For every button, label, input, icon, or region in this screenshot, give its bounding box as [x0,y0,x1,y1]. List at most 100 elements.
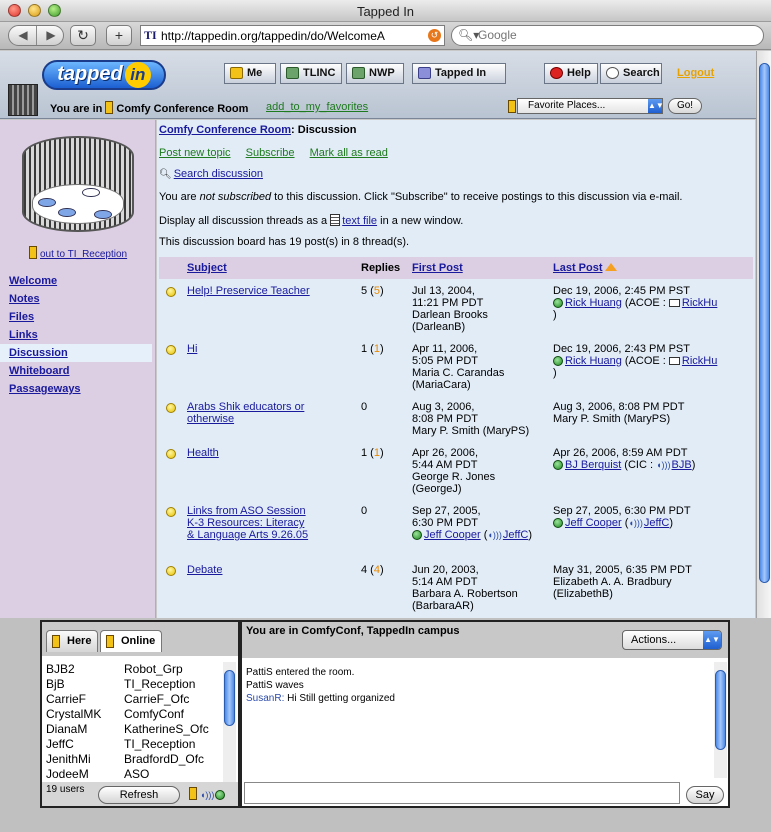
post-new-topic-link[interactable]: Post new topic [159,147,231,159]
sidebar-item-notes[interactable]: Notes [0,290,156,308]
go-button[interactable]: Go! [668,98,702,114]
sidebar-item-welcome[interactable]: Welcome [0,272,156,290]
subscribe-link[interactable]: Subscribe [246,147,295,159]
sort-first-post-link[interactable]: First Post [412,262,463,274]
page-scrollbar[interactable] [756,51,771,618]
logout-link[interactable]: Logout [677,67,714,79]
tab-online[interactable]: Online [100,630,162,652]
sidebar-item-discussion[interactable]: Discussion [0,344,152,362]
list-item[interactable]: CarrieF_Ofc [124,692,222,707]
list-item[interactable]: BJB2 [46,662,124,677]
back-arrow-icon[interactable]: ◀ [9,26,37,45]
list-item[interactable]: JodeeM [46,767,124,782]
who-scroll-thumb[interactable] [224,670,235,726]
list-item[interactable]: BjB [46,677,124,692]
list-item[interactable]: TI_Reception [124,737,222,752]
refresh-button[interactable]: Refresh [98,786,180,804]
list-item[interactable]: CarrieF [46,692,124,707]
actions-select[interactable]: Actions... ▲▼ [622,630,722,650]
thread-subject-link[interactable]: Help! Preservice Teacher [187,285,313,297]
list-item[interactable]: JenithMi [46,752,124,767]
online-users-list: BJB2 BjB CarrieF CrystalMK DianaM JeffC … [42,662,222,782]
search-button[interactable]: Search [600,63,662,84]
location-indicator: You are in Comfy Conference Room [50,101,249,115]
logo-text: tapped [57,63,123,85]
reload-button[interactable]: ↻ [70,25,96,46]
campus-building-icon[interactable] [8,84,38,116]
chat-input[interactable] [244,782,680,804]
thread-first-post: Apr 11, 2006, 5:05 PM PDT Maria C. Caranda… [412,343,505,391]
list-item[interactable]: KatherineS_Ofc [124,722,222,737]
sidebar-item-files[interactable]: Files [0,308,156,326]
thread-last-post: Aug 3, 2006, 8:08 PM PDT Mary P. Smith (M… [553,401,685,425]
voice-chat-icon[interactable]: ◖))) [200,790,214,800]
add-to-favorites-link[interactable]: add_to_my_favorites [266,101,368,113]
thread-first-post: Aug 3, 2006, 8:08 PM PDT Mary P. Smith (Ma… [412,401,530,437]
mail-icon[interactable] [668,357,680,365]
thread-subject-link[interactable]: Health [187,447,313,459]
list-item[interactable]: Robot_Grp [124,662,222,677]
favorite-places-select[interactable]: Favorite Places... ▲▼ [517,98,664,114]
thread-first-post: Sep 27, 2005, 6:30 PM PDT Jeff Cooper (◖))… [412,505,532,541]
voice-chat-icon[interactable]: ◖))) [656,459,670,471]
room-navigation: Welcome Notes Files Links Discussion Whi… [0,272,156,398]
nav-tab-nwp[interactable]: NWP [346,63,404,84]
sort-last-post[interactable]: Last Post [553,262,617,274]
thread-subject-link[interactable]: Hi [187,343,313,355]
browser-search-box[interactable]: 🔍︎▾ [451,25,764,46]
room-illustration [22,136,134,232]
folder-icon [286,67,299,79]
online-status-icon [412,530,422,540]
sidebar-item-passageways[interactable]: Passageways [0,380,156,398]
mark-all-read-link[interactable]: Mark all as read [310,147,388,159]
list-item[interactable]: ASO [124,767,222,782]
page-scroll-thumb[interactable] [759,63,770,583]
snapback-icon[interactable]: ↺ [428,29,441,42]
who-list-scrollbar[interactable] [223,662,236,782]
list-item[interactable]: BradfordD_Ofc [124,752,222,767]
search-discussion[interactable]: 🔍︎ Search discussion [159,168,263,180]
online-status-icon[interactable] [215,790,226,800]
tappedin-logo[interactable]: tapped in [42,60,166,90]
nav-tab-tappedin[interactable]: Tapped In [412,63,506,84]
room-sidebar: out to TI_Reception Welcome Notes Files … [0,120,156,618]
browser-search-input[interactable] [478,28,748,42]
thread-subject-link[interactable]: Links from ASO Session K-3 Resources: Li… [187,505,313,541]
breadcrumb-room-link[interactable]: Comfy Conference Room [159,124,291,136]
door-icon [508,100,516,113]
list-item[interactable]: DianaM [46,722,124,737]
chat-log-scrollbar[interactable] [714,662,727,778]
tab-here[interactable]: Here [46,630,98,652]
thread-bullet-icon [166,403,176,413]
voice-chat-icon[interactable]: ◖))) [487,529,501,541]
address-bar[interactable]: TI http://tappedin.org/tappedin/do/Welco… [140,25,445,46]
nav-tab-me[interactable]: Me [224,63,276,84]
list-item[interactable]: TI_Reception [124,677,222,692]
help-button[interactable]: Help [544,63,598,84]
text-file-link[interactable]: text file [342,215,377,227]
door-icon[interactable] [189,787,197,800]
door-icon [105,101,114,114]
thread-subject-link[interactable]: Debate [187,564,313,576]
thread-last-post: Dec 19, 2006, 2:45 PM PST Rick Huang (ACO… [553,285,718,321]
list-item[interactable]: ComfyConf [124,707,222,722]
sidebar-item-links[interactable]: Links [0,326,156,344]
mail-icon[interactable] [668,299,680,307]
exit-room-link[interactable]: out to TI_Reception [26,246,127,260]
thread-first-post: Jun 20, 2003, 5:14 AM PDT Barbara A. Rober… [412,564,518,612]
forward-arrow-icon[interactable]: ▶ [37,26,65,45]
chat-scroll-thumb[interactable] [715,670,726,750]
thread-subject-link[interactable]: Arabs Shik educators or otherwise [187,401,313,425]
folder-icon [418,67,431,79]
voice-chat-icon[interactable]: ◖))) [628,517,642,529]
sort-subject-link[interactable]: Subject [187,262,227,274]
url-text[interactable]: http://tappedin.org/tappedin/do/WelcomeA [161,29,423,43]
current-room-name: Comfy Conference Room [116,103,249,115]
list-item[interactable]: JeffC [46,737,124,752]
thread-last-post: Dec 19, 2006, 2:43 PM PST Rick Huang (ACO… [553,343,718,379]
list-item[interactable]: CrystalMK [46,707,124,722]
say-button[interactable]: Say [686,786,724,804]
add-bookmark-button[interactable]: + [106,25,132,46]
nav-tab-tlinc[interactable]: TLINC [280,63,342,84]
sidebar-item-whiteboard[interactable]: Whiteboard [0,362,156,380]
